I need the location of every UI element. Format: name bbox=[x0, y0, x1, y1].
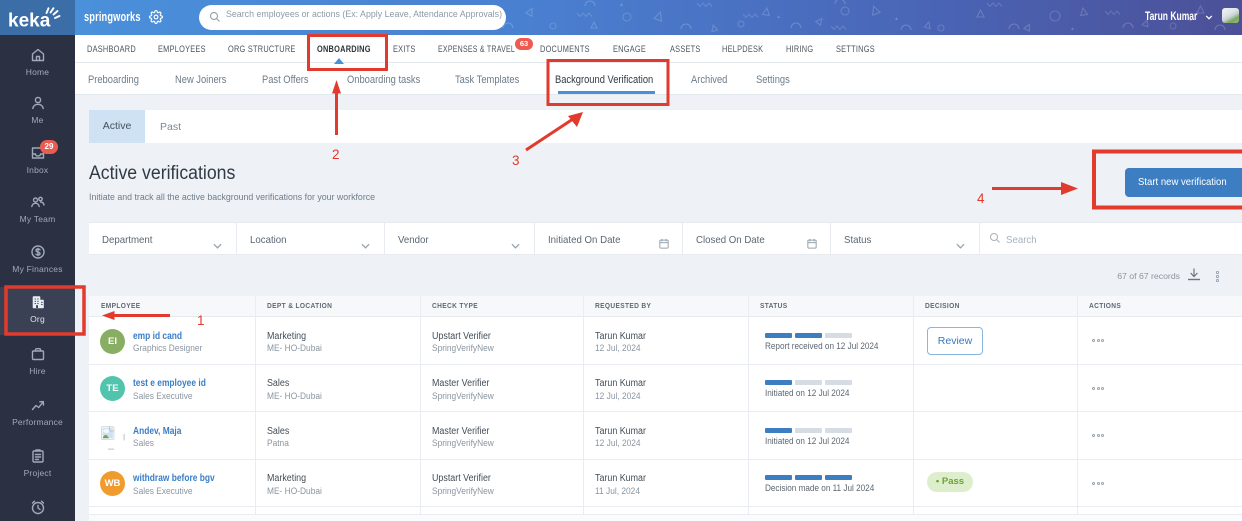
svg-text:3: 3 bbox=[512, 153, 520, 168]
svg-text:keka: keka bbox=[8, 11, 51, 32]
svg-text:2: 2 bbox=[332, 147, 340, 162]
svg-text:4: 4 bbox=[977, 191, 985, 206]
